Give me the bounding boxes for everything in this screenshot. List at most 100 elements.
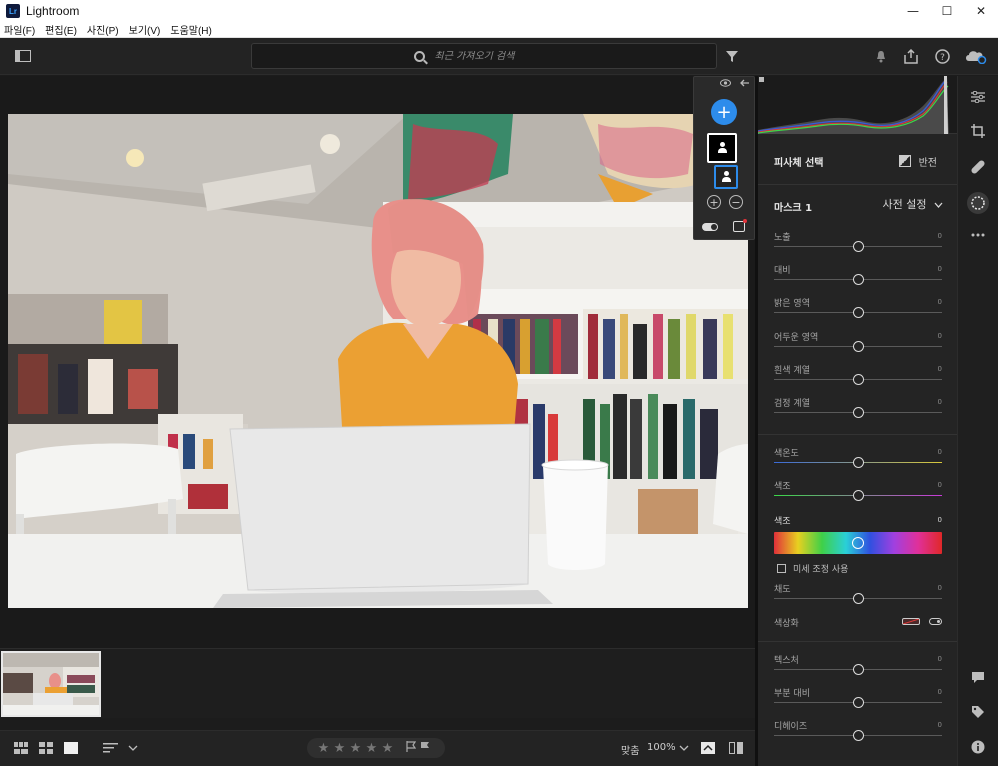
shadows-slider-handle[interactable] (853, 341, 864, 352)
exposure-value: 0 (937, 232, 942, 240)
keyword-tag-icon[interactable] (967, 701, 989, 723)
svg-text:?: ? (940, 53, 945, 63)
notification-bell-icon[interactable] (874, 49, 888, 63)
star-5-icon[interactable]: ★ (380, 741, 395, 756)
help-icon[interactable]: ? (934, 48, 950, 64)
star-1-icon[interactable]: ★ (316, 741, 331, 756)
info-icon[interactable] (967, 736, 989, 758)
search-icon (413, 50, 425, 62)
menu-file[interactable]: 파일(F) (4, 22, 35, 37)
tool-strip (957, 76, 998, 766)
mask-thumbnail-selected[interactable] (707, 133, 737, 163)
search-input[interactable] (434, 50, 555, 62)
color-swatch[interactable] (902, 618, 920, 625)
tint-value: 0 (937, 481, 942, 489)
exposure-slider-handle[interactable] (853, 241, 864, 252)
collapse-arrow-icon[interactable] (739, 79, 750, 90)
texture-slider-handle[interactable] (853, 664, 864, 675)
temperature-slider-handle[interactable] (853, 457, 864, 468)
hue-slider[interactable] (774, 532, 942, 554)
sort-dropdown-chevron-icon[interactable] (126, 741, 140, 755)
edit-sliders-icon[interactable] (967, 86, 989, 108)
sort-icon[interactable] (102, 741, 120, 755)
pick-flag-icon[interactable] (404, 741, 417, 755)
hue-value: 0 (937, 516, 942, 524)
tint-label: 색조 (774, 482, 791, 492)
dehaze-slider-row: 디헤이즈 0 (774, 719, 942, 749)
top-toolbar: ? (0, 38, 998, 75)
fine-adjust-checkbox-row[interactable]: 미세 조정 사용 (777, 562, 848, 575)
subject-person-icon (721, 171, 731, 183)
color-grading-toggle[interactable] (929, 618, 942, 625)
contrast-slider-handle[interactable] (853, 274, 864, 285)
preset-label: 사전 설정 (882, 198, 927, 211)
more-options-icon[interactable] (967, 224, 989, 246)
title-bar: Lr Lightroom — ☐ ✕ (0, 0, 998, 22)
comment-icon[interactable] (967, 666, 989, 688)
mask-name: 마스크 1 (774, 203, 813, 214)
clarity-value: 0 (937, 688, 942, 696)
preset-dropdown[interactable]: 사전 설정 (883, 196, 943, 212)
zoom-dropdown-chevron-icon[interactable] (678, 742, 690, 754)
cloud-sync-icon[interactable] (965, 48, 987, 64)
star-2-icon[interactable]: ★ (332, 741, 347, 756)
contrast-slider-row: 대비 0 (774, 263, 942, 293)
window-title: Lightroom (26, 4, 80, 18)
exposure-slider-row: 노출 0 (774, 230, 942, 260)
whites-slider-handle[interactable] (853, 374, 864, 385)
add-mask-button[interactable]: + (711, 99, 737, 125)
menu-help[interactable]: 도움말(H) (170, 22, 211, 37)
blacks-slider-handle[interactable] (853, 407, 864, 418)
share-icon[interactable] (903, 48, 919, 64)
subject-component-thumbnail[interactable] (714, 165, 738, 189)
crop-icon[interactable] (967, 120, 989, 142)
texture-slider-row: 텍스처 0 (774, 653, 942, 683)
star-3-icon[interactable]: ★ (348, 741, 363, 756)
grid-view-large-icon[interactable] (38, 741, 54, 755)
clarity-slider-handle[interactable] (853, 697, 864, 708)
section-divider (758, 184, 957, 185)
fit-zoom-label[interactable]: 맞춤 (621, 742, 639, 757)
search-box[interactable] (251, 43, 717, 69)
panel-toggle-icon[interactable] (14, 49, 32, 63)
compare-view-icon[interactable] (728, 741, 744, 755)
grid-view-small-icon[interactable] (13, 741, 29, 755)
masks-panel-header (694, 77, 754, 91)
invert-icon (898, 155, 911, 167)
edited-photo[interactable] (8, 114, 748, 608)
subtract-component-icon[interactable]: − (729, 195, 743, 209)
hue-slider-handle[interactable] (852, 537, 864, 549)
dehaze-slider-handle[interactable] (853, 730, 864, 741)
before-after-icon[interactable] (700, 741, 716, 755)
menu-edit[interactable]: 편집(E) (45, 22, 77, 37)
zoom-level[interactable]: 100% (647, 742, 676, 753)
star-4-icon[interactable]: ★ (364, 741, 379, 756)
saturation-slider-handle[interactable] (853, 593, 864, 604)
saturation-slider-row: 채도 0 (774, 582, 942, 612)
contrast-value: 0 (937, 265, 942, 273)
filmstrip-thumbnail[interactable] (1, 651, 101, 717)
menu-photo[interactable]: 사진(P) (87, 22, 119, 37)
menu-view[interactable]: 보기(V) (129, 22, 161, 37)
add-component-icon[interactable]: + (707, 195, 721, 209)
photo-canvas[interactable] (0, 76, 755, 718)
invert-toggle[interactable]: 반전 (898, 154, 937, 169)
exposure-label: 노출 (774, 233, 791, 243)
overlay-settings-icon[interactable] (733, 219, 747, 232)
fine-adjust-checkbox[interactable] (777, 564, 786, 573)
maximize-button[interactable]: ☐ (930, 0, 964, 22)
tint-slider-handle[interactable] (853, 490, 864, 501)
highlights-slider-handle[interactable] (853, 307, 864, 318)
close-button[interactable]: ✕ (964, 0, 998, 22)
contrast-label: 대비 (774, 266, 791, 276)
eye-icon[interactable] (720, 78, 731, 90)
overlay-toggle[interactable] (702, 223, 718, 231)
detail-view-icon[interactable] (63, 741, 79, 755)
reject-flag-icon[interactable] (418, 741, 431, 755)
window-controls: — ☐ ✕ (896, 0, 998, 22)
masking-icon[interactable] (967, 192, 989, 214)
healing-icon[interactable] (967, 156, 989, 178)
minimize-button[interactable]: — (896, 0, 930, 22)
filter-icon[interactable] (725, 49, 739, 63)
lightroom-app: Lr Lightroom — ☐ ✕ 파일(F) 편집(E) 사진(P) 보기(… (0, 0, 998, 766)
